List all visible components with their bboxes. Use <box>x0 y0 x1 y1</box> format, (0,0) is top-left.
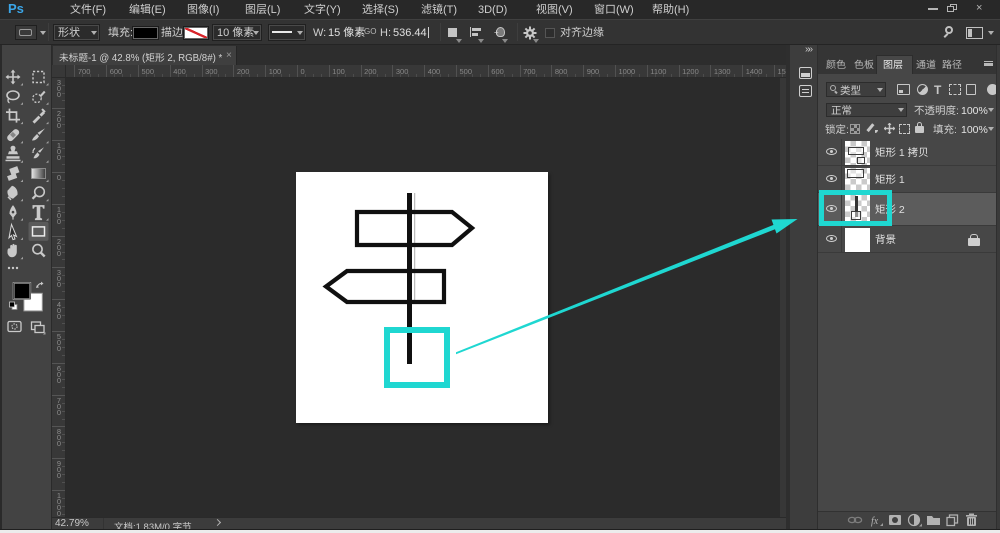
svg-text:fx: fx <box>871 516 879 527</box>
